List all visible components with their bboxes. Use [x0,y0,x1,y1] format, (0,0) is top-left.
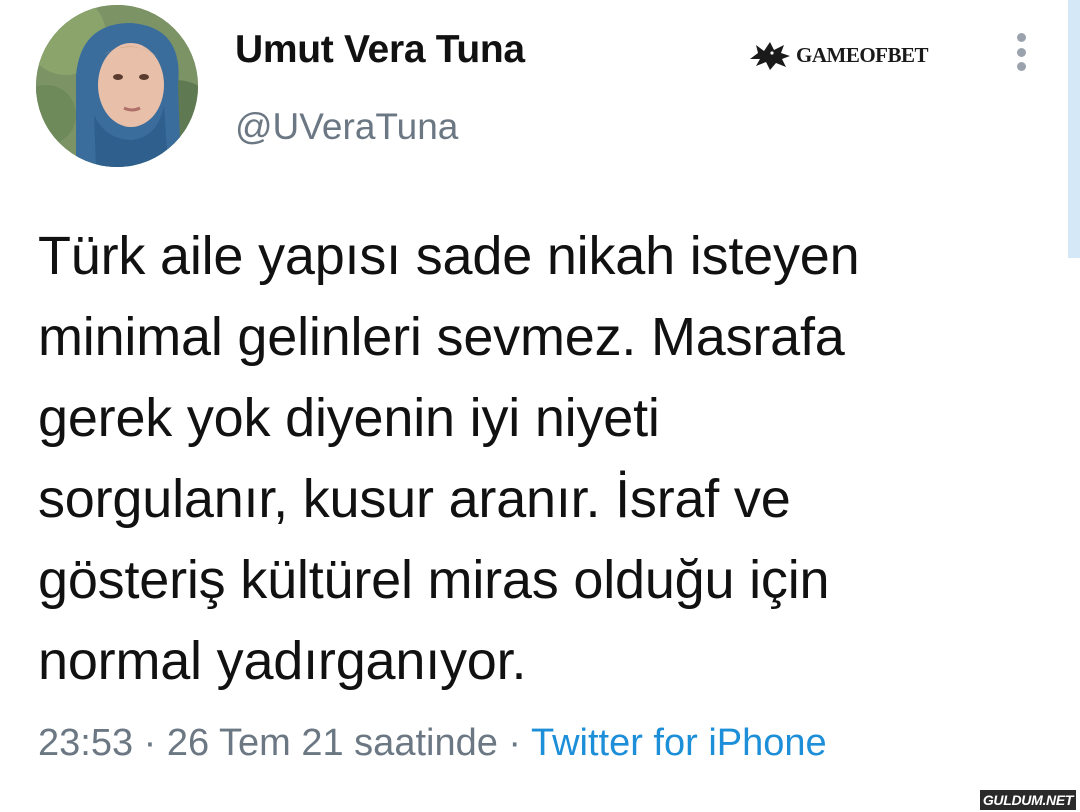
tweet-text-line: gösteriş kültürel miras olduğu için [38,550,830,610]
tweet-text-line: minimal gelinleri sevmez. Masrafa [38,307,845,367]
more-options-button[interactable] [1006,30,1036,74]
display-name[interactable]: Umut Vera Tuna [235,28,525,72]
user-handle[interactable]: @UVeraTuna [235,106,458,148]
tweet-text-line: gerek yok diyenin iyi niyeti [38,388,660,448]
tweet-time[interactable]: 23:53 [38,722,133,764]
tweet-date[interactable]: 26 Tem 21 saatinde [167,722,498,764]
tweet-text-line: Türk aile yapısı sade nikah isteyen [38,226,860,286]
meta-separator: · [143,722,157,764]
more-vertical-icon [1016,47,1026,57]
tweet-text: Türk aile yapısı sade nikah isteyen mini… [38,216,1048,702]
tweet-metadata: 23:53 · 26 Tem 21 saatinde · Twitter for… [38,722,827,765]
avatar-image [36,5,198,167]
meta-separator: · [508,722,522,764]
tweet-text-line: normal yadırganıyor. [38,631,527,691]
watermark-text: GAMEOFBET [796,42,929,67]
tweet-source-link[interactable]: Twitter for iPhone [531,722,827,764]
guldum-watermark: GULDUM.NET [980,790,1076,810]
avatar[interactable] [36,5,198,167]
tweet-card: Umut Vera Tuna @UVeraTuna GAMEOFBET Türk… [0,0,1080,812]
gameofbet-watermark: GAMEOFBET [748,35,929,75]
tweet-text-line: sorgulanır, kusur aranır. İsraf ve [38,469,791,529]
more-vertical-icon [1016,33,1026,42]
wolf-emblem-icon [750,42,790,70]
scrollbar[interactable] [1068,0,1080,258]
more-vertical-icon [1016,62,1026,71]
